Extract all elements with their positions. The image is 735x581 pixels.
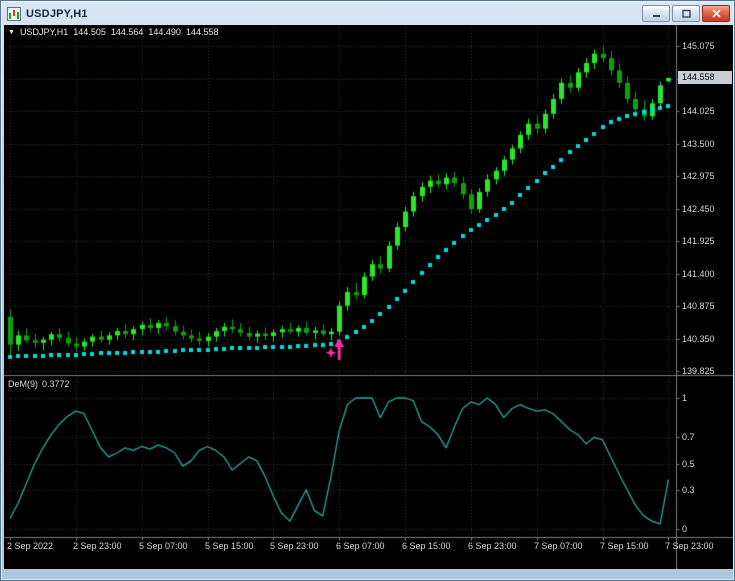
indicator-axis-label: 0.7: [682, 432, 695, 443]
price-axis-label: 142.450: [682, 203, 715, 214]
indicator-axis-label: 0: [682, 524, 688, 534]
price-axis-label: 142.975: [682, 171, 715, 181]
symbol-period-label: USDJPY,H1: [19, 27, 69, 37]
window-controls: [640, 5, 730, 22]
close-button[interactable]: [702, 5, 730, 22]
time-axis-label: 7 Sep 07:00: [534, 541, 583, 551]
indicator-axis-label: 0.5: [682, 458, 695, 469]
indicator-label: DeM(9) 0.3772: [8, 379, 74, 389]
close-value: 144.558: [185, 27, 219, 37]
price-axis-label: 145.075: [682, 41, 715, 51]
minimize-button[interactable]: [642, 5, 670, 22]
price-chart-canvas[interactable]: [4, 25, 733, 569]
window-title: USDJPY,H1: [26, 7, 88, 20]
ohlc-readout: ▼ USDJPY,H1 144.505 144.564 144.490 144.…: [8, 27, 218, 37]
price-axis[interactable]: 145.075 144.025 143.500 142.975 142.450 141.9…: [677, 25, 733, 569]
time-axis[interactable]: 2 Sep 2022 2 Sep 23:00 5 Sep 07:00 5 Sep 15…: [4, 539, 733, 557]
low-value: 144.490: [148, 27, 181, 37]
price-axis-label: 140.875: [682, 301, 715, 311]
chart-window: USDJPY,H1 ▼ USDJPY,H1 144.505 144.564 14…: [0, 0, 735, 581]
collapse-arrow-icon[interactable]: ▼: [8, 29, 15, 36]
time-axis-label: 6 Sep 07:00: [336, 541, 385, 551]
price-axis-label: 140.350: [682, 333, 715, 344]
indicator-axis-label: 0.3: [682, 484, 695, 495]
bid-price-tag: 144.558: [678, 71, 732, 84]
price-axis-label: 143.500: [682, 138, 715, 149]
open-value: 144.505: [73, 27, 106, 37]
price-axis-label: 139.825: [682, 366, 715, 376]
titlebar[interactable]: USDJPY,H1: [1, 1, 734, 24]
time-axis-label: 7 Sep 23:00: [665, 541, 714, 551]
price-axis-label: 141.925: [682, 236, 715, 246]
high-value: 144.564: [110, 27, 144, 37]
chart-client-area: ▼ USDJPY,H1 144.505 144.564 144.490 144.…: [4, 25, 733, 569]
price-axis-label: 144.025: [682, 106, 715, 116]
time-axis-label: 6 Sep 23:00: [468, 541, 517, 551]
indicator-value: 0.3772: [42, 379, 70, 389]
time-axis-label: 6 Sep 15:00: [402, 541, 451, 551]
time-axis-label: 5 Sep 07:00: [139, 541, 188, 551]
time-axis-label: 7 Sep 15:00: [600, 541, 649, 551]
maximize-button[interactable]: [672, 5, 700, 22]
indicator-axis-label: 1: [682, 393, 688, 403]
indicator-name: DeM(9): [8, 379, 39, 389]
time-axis-label: 2 Sep 23:00: [73, 541, 122, 551]
price-axis-label: 141.400: [682, 268, 715, 279]
time-axis-label: 5 Sep 15:00: [205, 541, 254, 551]
time-axis-label: 5 Sep 23:00: [270, 541, 319, 551]
time-axis-label: 2 Sep 2022: [7, 541, 54, 551]
chart-window-icon: [7, 6, 21, 21]
